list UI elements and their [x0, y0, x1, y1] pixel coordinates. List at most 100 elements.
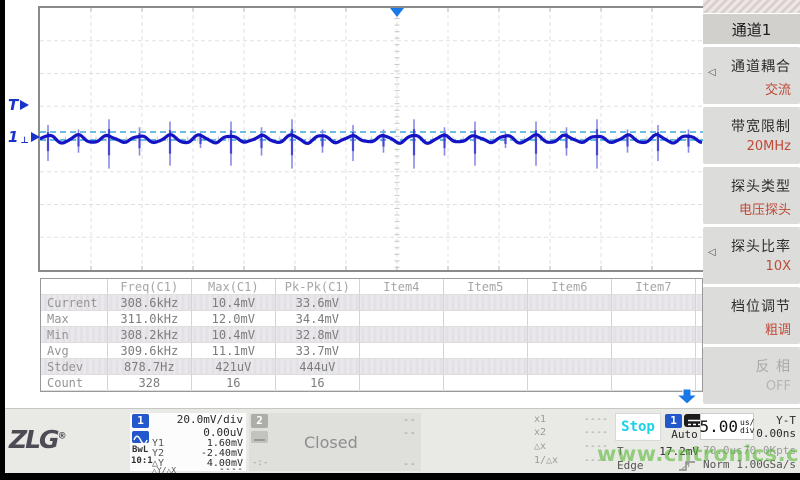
table-cell	[359, 327, 443, 343]
table-column-header: Item8	[695, 279, 703, 295]
table-cell	[443, 343, 527, 359]
trigger-delay: 0.00ns	[756, 427, 796, 440]
run-stop-state[interactable]: Stop	[615, 413, 661, 441]
sidebar-title: 通道1	[703, 14, 800, 44]
table-cell	[527, 343, 611, 359]
ch2-extra: --	[403, 457, 416, 470]
table-cell	[443, 375, 527, 391]
table-row-label: Min	[41, 327, 107, 343]
table-cell	[611, 295, 695, 311]
x1-label: x1	[534, 414, 546, 425]
table-cell	[443, 327, 527, 343]
waveform-display[interactable]	[38, 6, 705, 272]
trigger-mode: Auto	[665, 428, 704, 441]
sidebar-item[interactable]: 反 相 OFF	[703, 347, 800, 404]
sidebar-item[interactable]: 探头类型电压探头	[703, 167, 800, 224]
table-cell: 309.6kHz	[107, 343, 191, 359]
table-cell: 10.4mV	[191, 295, 275, 311]
sidebar-item[interactable]: 带宽限制20MHz	[703, 107, 800, 164]
table-cell	[359, 295, 443, 311]
sidebar-item[interactable]: ◁通道耦合交流	[703, 47, 800, 104]
table-row: Current308.6kHz10.4mV33.6mV	[41, 295, 703, 311]
table-column-header: Pk-Pk(C1)	[275, 279, 359, 295]
table-cell: 33.6mV	[275, 295, 359, 311]
table-cell	[443, 311, 527, 327]
table-cell: 33.7mV	[275, 343, 359, 359]
sidebar-item-label: 探头类型	[731, 176, 791, 196]
ch1-scale: 20.0mV/div	[177, 413, 243, 426]
table-cell	[695, 343, 703, 359]
table-column-header: Item6	[527, 279, 611, 295]
table-cell	[527, 359, 611, 375]
sidebar-item[interactable]: ◁探头比率10X	[703, 227, 800, 284]
ch2-ratio: -:-	[252, 458, 268, 468]
table-row-label: Stdev	[41, 359, 107, 375]
table-column-header: Item7	[611, 279, 695, 295]
timebase-scale-box[interactable]: 5.00 us/ div	[700, 413, 754, 440]
table-row-label: Max	[41, 311, 107, 327]
x2-value: ----	[584, 427, 608, 438]
channel1-ground-marker[interactable]: 1 ⊥	[8, 128, 40, 146]
ch2-offset: --	[403, 426, 416, 439]
display-mode: Y-T	[776, 414, 796, 427]
channel-marker-arrow-icon	[31, 132, 40, 142]
table-cell: 308.2kHz	[107, 327, 191, 343]
watermark: www.cntronics.com	[597, 442, 800, 466]
channel-menu-sidebar: 通道1 ◁通道耦合交流带宽限制20MHz探头类型电压探头◁探头比率10X档位调节…	[703, 0, 800, 406]
table-cell	[611, 343, 695, 359]
table-cell	[527, 375, 611, 391]
table-cell	[695, 359, 703, 375]
bezel-bottom	[0, 473, 800, 480]
table-column-header: Item4	[359, 279, 443, 295]
table-row: Avg309.6kHz11.1mV33.7mV	[41, 343, 703, 359]
table-cell: 16	[275, 375, 359, 391]
ch2-state: Closed	[304, 433, 358, 452]
sidebar-item-label: 反 相	[756, 356, 791, 376]
sidebar-item[interactable]: 档位调节粗调	[703, 287, 800, 344]
channel1-status-block[interactable]: 1 20.0mV/div 0.00uV BwL 10:1 Y1 1.60mV Y…	[130, 413, 246, 471]
table-cell	[443, 359, 527, 375]
table-row-label: Count	[41, 375, 107, 391]
table-cell: 10.4mV	[191, 327, 275, 343]
invdx-label: 1/△x	[534, 455, 558, 466]
table-cell	[611, 327, 695, 343]
channel2-badge: 2	[251, 414, 268, 428]
channel2-status-block[interactable]: 2 -- -- Closed -:- --	[249, 413, 421, 471]
zlg-logo: ZLG®	[9, 425, 67, 454]
table-cell: 32.8mV	[275, 327, 359, 343]
table-row: Count3281616	[41, 375, 703, 391]
sidebar-top-hatch	[703, 0, 800, 13]
table-column-header: Item5	[443, 279, 527, 295]
sidebar-item-label: 探头比率	[731, 236, 791, 256]
table-cell	[359, 343, 443, 359]
sidebar-item-value: 电压探头	[739, 199, 791, 218]
ac-coupling-icon	[132, 431, 149, 443]
sidebar-item-label: 通道耦合	[731, 56, 791, 76]
table-row: Min308.2kHz10.4mV32.8mV	[41, 327, 703, 343]
sidebar-item-value: OFF	[766, 379, 791, 394]
table-cell: 421uV	[191, 359, 275, 375]
table-row-label: Avg	[41, 343, 107, 359]
table-cell: 12.0mV	[191, 311, 275, 327]
channel-marker-label: 1	[8, 128, 18, 146]
ch1-bwl-flag: BwL	[132, 445, 148, 455]
table-header-row: Freq(C1)Max(C1)Pk-Pk(C1)Item4Item5Item6I…	[41, 279, 703, 295]
table-cell	[359, 311, 443, 327]
chevron-left-icon: ◁	[708, 67, 716, 78]
ch1-probe-ratio: 10:1	[131, 456, 153, 466]
ground-icon: ⊥	[20, 136, 28, 146]
x1-value: ----	[584, 414, 608, 425]
waveform-plot	[40, 8, 703, 270]
sidebar-item-label: 档位调节	[731, 296, 791, 316]
trigger-source-badge: 1	[665, 414, 682, 428]
channel1-badge: 1	[132, 414, 149, 428]
table-cell: 34.4mV	[275, 311, 359, 327]
menu-page-down-arrow-icon[interactable]	[674, 389, 700, 409]
trigger-level-marker[interactable]: T	[8, 96, 29, 114]
table-cell	[695, 311, 703, 327]
table-row: Stdev878.7Hz421uV444uV	[41, 359, 703, 375]
table-column-header: Freq(C1)	[107, 279, 191, 295]
measurement-table: Freq(C1)Max(C1)Pk-Pk(C1)Item4Item5Item6I…	[40, 278, 703, 392]
x2-label: x2	[534, 427, 546, 438]
table-cell: 11.1mV	[191, 343, 275, 359]
